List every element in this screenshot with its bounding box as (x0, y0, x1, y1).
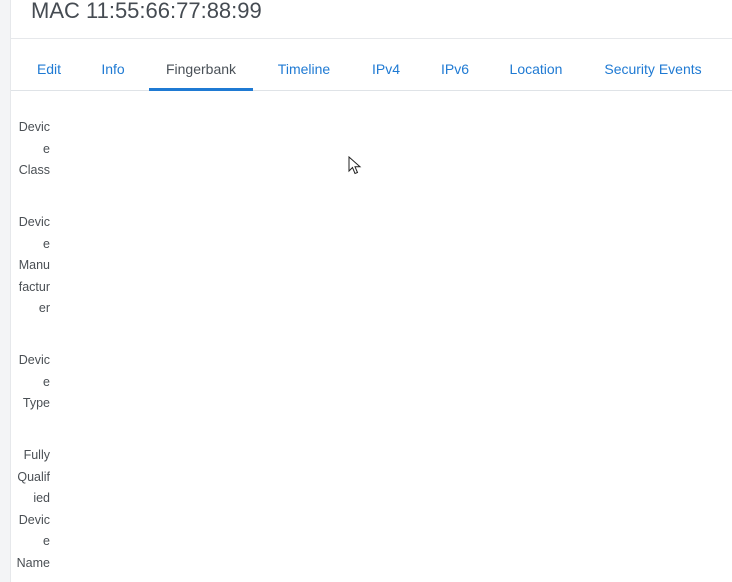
tab-ipv6[interactable]: IPv6 (430, 39, 480, 90)
page-header: MAC 11:55:66:77:88:99 (11, 0, 732, 39)
page-title: MAC 11:55:66:77:88:99 (31, 0, 262, 23)
tab-info[interactable]: Info (93, 39, 133, 90)
tab-edit[interactable]: Edit (25, 39, 73, 90)
device-manufacturer-label: Devic e Manu factur er (18, 215, 50, 315)
device-type-label: Devic e Type (18, 353, 50, 410)
tab-bar: Edit Info Fingerbank Timeline IPv4 IPv6 … (11, 39, 732, 91)
tab-security-events[interactable]: Security Events (596, 39, 710, 90)
tab-timeline[interactable]: Timeline (269, 39, 339, 90)
left-rail (0, 0, 11, 582)
tab-fingerbank[interactable]: Fingerbank (149, 39, 253, 91)
mouse-cursor-icon (348, 156, 362, 175)
device-class-label: Devic e Class (18, 120, 50, 177)
tab-ipv4[interactable]: IPv4 (361, 39, 411, 90)
fully-qualified-device-name-label: Fully Qualif ied Devic e Name (16, 448, 50, 570)
tab-location[interactable]: Location (501, 39, 571, 90)
